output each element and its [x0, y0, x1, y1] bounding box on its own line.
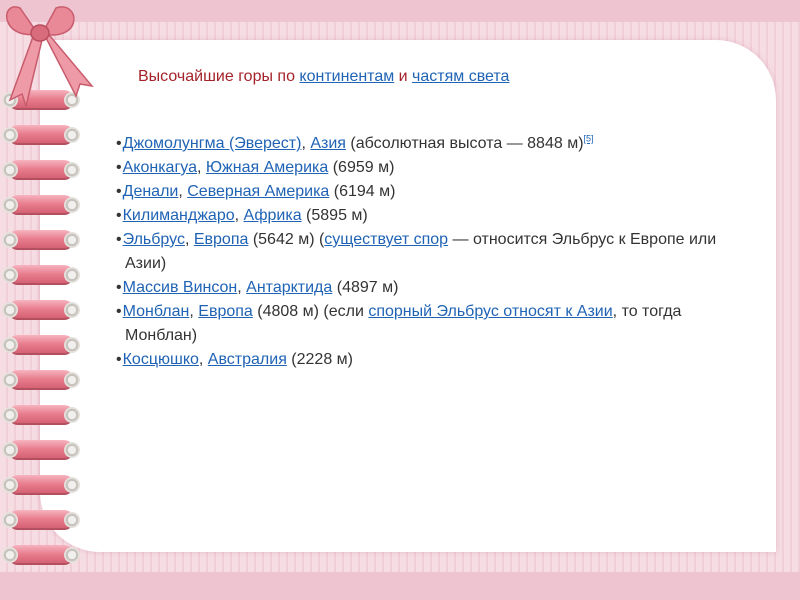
reference-link[interactable]: [5]	[584, 134, 594, 144]
ring-icon	[2, 125, 80, 145]
separator-text: ,	[178, 183, 188, 200]
ring-icon	[2, 300, 80, 320]
ring-icon	[2, 230, 80, 250]
list-item: Денали, Северная Америка (6194 м)	[116, 180, 756, 204]
height-text: (4808 м) (если	[252, 303, 369, 320]
separator-text: ,	[197, 159, 206, 176]
mountain-link[interactable]: Массив Винсон	[123, 279, 238, 296]
list-item: Эльбрус, Европа (5642 м) (существует спо…	[116, 228, 756, 276]
page-title: Высочайшие горы по континентам и частям …	[138, 68, 509, 86]
height-text: (4897 м)	[332, 279, 399, 296]
separator-text: ,	[234, 207, 244, 224]
mountain-link[interactable]: Джомолунгма (Эверест)	[123, 135, 302, 152]
dispute-link[interactable]: существует спор	[324, 231, 448, 248]
ring-icon	[2, 510, 80, 530]
mountain-link[interactable]: Монблан	[123, 303, 190, 320]
link-continents[interactable]: континентам	[299, 68, 394, 85]
continent-link[interactable]: Австралия	[208, 351, 287, 368]
link-world-parts[interactable]: частям света	[412, 68, 509, 85]
list-item: Монблан, Европа (4808 м) (если спорный Э…	[116, 300, 756, 348]
separator-text: ,	[184, 231, 194, 248]
continent-link[interactable]: Африка	[244, 207, 302, 224]
list-item: Косцюшко, Австралия (2228 м)	[116, 348, 756, 372]
mountains-list: Джомолунгма (Эверест), Азия (абсолютная …	[116, 132, 756, 372]
height-text: (6194 м)	[329, 183, 396, 200]
ring-icon	[2, 265, 80, 285]
height-text: (5895 м)	[301, 207, 368, 224]
mountain-link[interactable]: Аконкагуа	[123, 159, 197, 176]
height-text: (2228 м)	[286, 351, 353, 368]
height-text: (5642 м) (	[248, 231, 325, 248]
continent-link[interactable]: Южная Америка	[206, 159, 328, 176]
list-item: Килиманджаро, Африка (5895 м)	[116, 204, 756, 228]
mountain-link[interactable]: Косцюшко	[123, 351, 199, 368]
continent-link[interactable]: Европа	[198, 303, 253, 320]
list-item: Джомолунгма (Эверест), Азия (абсолютная …	[116, 132, 756, 156]
list-item: Массив Винсон, Антарктида (4897 м)	[116, 276, 756, 300]
separator-text: ,	[301, 135, 311, 152]
ring-icon	[2, 475, 80, 495]
ring-icon	[2, 195, 80, 215]
ring-icon	[2, 370, 80, 390]
title-text: Высочайшие горы по	[138, 68, 300, 85]
separator-text: ,	[198, 351, 208, 368]
list-item: Аконкагуа, Южная Америка (6959 м)	[116, 156, 756, 180]
ring-icon	[2, 160, 80, 180]
continent-link[interactable]: Европа	[194, 231, 249, 248]
separator-text: ,	[189, 303, 199, 320]
dispute-link[interactable]: спорный Эльбрус относят к Азии	[368, 303, 612, 320]
ring-icon	[2, 440, 80, 460]
ring-icon	[2, 405, 80, 425]
continent-link[interactable]: Северная Америка	[187, 183, 329, 200]
ring-icon	[2, 335, 80, 355]
title-text: и	[394, 68, 413, 85]
height-text: (6959 м)	[328, 159, 395, 176]
ring-icon	[2, 545, 80, 565]
separator-text: ,	[237, 279, 247, 296]
mountain-link[interactable]: Денали	[123, 183, 179, 200]
height-text: (абсолютная высота — 8848 м)	[345, 135, 584, 152]
continent-link[interactable]: Азия	[310, 135, 346, 152]
mountain-link[interactable]: Эльбрус	[123, 231, 185, 248]
ribbon-bow-icon	[6, 6, 94, 109]
continent-link[interactable]: Антарктида	[246, 279, 332, 296]
mountain-link[interactable]: Килиманджаро	[123, 207, 235, 224]
